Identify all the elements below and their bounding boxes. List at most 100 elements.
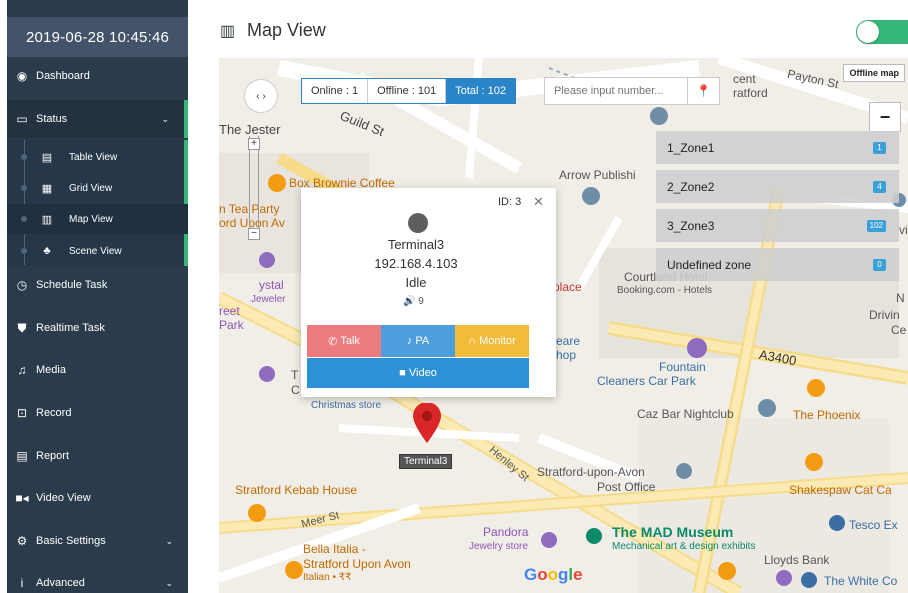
monitor-icon: ▭	[16, 112, 28, 126]
map-label: Caz Bar Nightclub	[637, 407, 734, 421]
sidebar-item-label: Media	[36, 364, 66, 376]
search-input[interactable]	[545, 79, 687, 103]
video-label: Video	[408, 367, 437, 379]
terminal-popup: ID: 3 ✕ Terminal3 192.168.4.103 Idle 🔊 9…	[301, 188, 556, 397]
sidebar-item-realtime-task[interactable]: ⛊ Realtime Task	[7, 309, 188, 347]
map-label: Jewelry store	[469, 541, 528, 552]
sidebar-item-advanced[interactable]: i Advanced ⌄	[7, 564, 188, 593]
sidebar-item-grid-view[interactable]: ▦ Grid View	[7, 173, 188, 203]
sidebar-item-status[interactable]: ▭ Status ⌄	[7, 100, 188, 138]
report-icon: ▤	[16, 449, 28, 463]
volume-value: 9	[418, 296, 424, 307]
map-label: C	[291, 383, 300, 397]
sidebar-item-media[interactable]: ♫ Media	[7, 351, 188, 389]
map-label: N	[896, 291, 905, 305]
map-label: Tesco Ex	[849, 518, 898, 532]
sidebar-item-label: Video View	[36, 492, 91, 504]
pa-button[interactable]: ♪ PA	[381, 325, 455, 357]
sidebar-item-report[interactable]: ▤ Report	[7, 437, 188, 475]
gear-icon: ⚙	[16, 534, 28, 548]
map-label: Park	[219, 318, 244, 332]
phone-icon: ✆	[328, 335, 341, 348]
map-label: Cleaners Car Park	[597, 374, 696, 388]
terminal-marker-label: Terminal3	[399, 454, 453, 469]
voicemail-icon: ⊡	[16, 406, 28, 420]
sidebar-item-table-view[interactable]: ▤ Table View	[7, 142, 188, 172]
map-label: Arrow Publishi	[559, 168, 636, 182]
talk-label: Talk	[340, 335, 360, 347]
map-label: Jeweler	[251, 294, 286, 305]
terminal-state: Idle	[405, 275, 427, 290]
map-label: Fountain	[659, 360, 706, 374]
map-icon: ▥	[220, 22, 236, 40]
map-label: Shakespaw Cat Ca	[789, 483, 892, 497]
chevron-down-icon: ⌄	[165, 577, 173, 588]
zone-item[interactable]: 3_Zone3 102	[656, 209, 899, 242]
zone-item[interactable]: 2_Zone2 4	[656, 170, 899, 203]
monitor-button[interactable]: ∩ Monitor	[455, 325, 529, 357]
zone-name: 2_Zone2	[667, 179, 715, 194]
map-label: reet	[219, 304, 240, 318]
locate-pin-icon[interactable]: 📍	[687, 78, 719, 104]
map-canvas[interactable]: Payton St Guild St The Jester Box Browni…	[219, 58, 908, 593]
sidebar-item-video-view[interactable]: ■◂ Video View	[7, 479, 188, 517]
table-icon: ▤	[41, 151, 53, 164]
map-label: place	[553, 280, 582, 294]
close-icon[interactable]: ✕	[533, 194, 544, 210]
terminal-marker-icon[interactable]	[413, 403, 441, 443]
chevron-down-icon: ⌄	[161, 113, 169, 124]
offline-count-button[interactable]: Offline : 101	[368, 79, 447, 103]
terminal-stats: Online : 1 Offline : 101 Total : 102	[301, 78, 516, 104]
video-button[interactable]: ■ Video	[307, 358, 529, 388]
sidebar-item-dashboard[interactable]: ◉ Dashboard	[7, 57, 188, 95]
map-label: Italian • ₹₹	[303, 572, 352, 583]
zoom-out-small-button[interactable]: −	[248, 228, 260, 240]
page-title: ▥ Map View	[220, 20, 326, 41]
datetime-display: 2019-06-28 10:45:46	[7, 17, 188, 57]
sidebar-item-label: Advanced	[36, 577, 85, 589]
map-label: Bella Italia -	[303, 542, 366, 556]
sidebar-item-label: Grid View	[69, 182, 113, 194]
map-label: hop	[556, 348, 577, 362]
map-label: Mechanical art & design exhibits	[612, 541, 756, 552]
online-count-button[interactable]: Online : 1	[302, 79, 369, 103]
map-label: ystal	[259, 278, 284, 292]
zone-item[interactable]: 1_Zone1 1	[656, 131, 899, 164]
map-label: T	[291, 368, 299, 382]
zone-name: Undefined zone	[667, 257, 752, 272]
map-label: Drivin	[869, 308, 900, 322]
zone-count-badge: 0	[873, 259, 886, 271]
terminal-name: Terminal3	[387, 237, 445, 252]
map-label: eare	[556, 334, 581, 348]
music-icon: ♫	[17, 363, 27, 377]
zoom-out-button[interactable]: −	[869, 102, 901, 132]
clock-icon: ◷	[16, 278, 28, 292]
pa-label: PA	[415, 335, 430, 347]
shield-icon: ⛊	[17, 320, 27, 335]
sidebar-item-basic-settings[interactable]: ⚙ Basic Settings ⌄	[7, 522, 188, 560]
sidebar-item-scene-view[interactable]: ♣ Scene View	[7, 236, 188, 266]
sidebar-item-label: Table View	[69, 151, 118, 163]
total-count-button[interactable]: Total : 102	[446, 79, 515, 103]
map-label: cent	[733, 72, 756, 86]
talk-button[interactable]: ✆ Talk	[307, 325, 381, 357]
offline-map-button[interactable]: Offline map	[843, 64, 905, 82]
sidebar-item-label: Basic Settings	[36, 535, 106, 547]
zoom-slider[interactable]	[249, 136, 259, 240]
sidebar-item-label: Scene View	[69, 245, 122, 257]
zoom-in-button[interactable]: +	[248, 138, 260, 150]
map-pan-control[interactable]: ‹ ›	[244, 79, 278, 113]
sidebar-item-record[interactable]: ⊡ Record	[7, 394, 188, 432]
microphone-icon: ♪	[406, 335, 416, 347]
map-label: The MAD Museum	[612, 524, 734, 540]
video-icon: ■◂	[15, 491, 29, 505]
page-title-text: Map View	[247, 20, 326, 40]
map-label: Christmas store	[311, 400, 382, 411]
volume-icon: 🔊	[403, 296, 416, 307]
view-toggle[interactable]	[856, 20, 908, 44]
sidebar-item-label: Schedule Task	[36, 279, 108, 291]
zone-item[interactable]: Undefined zone 0	[656, 248, 899, 281]
sidebar-item-map-view[interactable]: ▥ Map View	[7, 204, 188, 234]
sidebar-item-schedule-task[interactable]: ◷ Schedule Task	[7, 266, 188, 304]
sidebar: 2019-06-28 10:45:46 ◉ Dashboard ▭ Status…	[7, 0, 188, 593]
